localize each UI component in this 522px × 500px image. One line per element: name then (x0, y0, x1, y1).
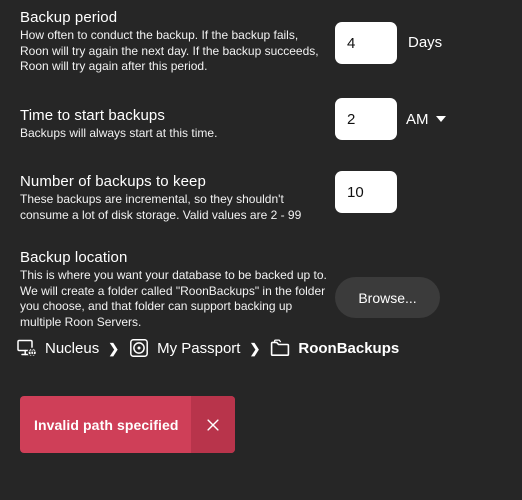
breadcrumb-separator: ❯ (108, 340, 120, 356)
breadcrumb-separator: ❯ (249, 340, 261, 356)
close-icon (205, 417, 221, 433)
breadcrumb-item-my-passport[interactable]: My Passport (128, 337, 240, 359)
chevron-down-icon (435, 116, 446, 122)
setting-backups-to-keep-text: Number of backups to keep These backups … (20, 172, 330, 223)
disk-icon (128, 337, 150, 359)
meridiem-dropdown[interactable]: AM (406, 98, 446, 140)
backup-period-unit-label: Days (408, 34, 443, 51)
backup-period-input[interactable] (335, 22, 397, 64)
setting-backups-to-keep-title: Number of backups to keep (20, 173, 206, 190)
breadcrumb-item-roonbackups-label: RoonBackups (298, 339, 400, 357)
setting-backup-period-title: Backup period (20, 9, 118, 26)
backups-to-keep-input[interactable] (335, 171, 397, 213)
error-banner-close-button[interactable] (191, 396, 235, 453)
meridiem-label: AM (406, 110, 429, 128)
breadcrumb-item-nucleus[interactable]: Nucleus (16, 337, 99, 359)
setting-backup-location-text: Backup location This is where you want y… (20, 248, 330, 330)
breadcrumb-item-my-passport-label: My Passport (157, 339, 241, 357)
setting-backup-period-text: Backup period How often to conduct the b… (20, 8, 330, 75)
backup-settings-page: Backup period How often to conduct the b… (0, 0, 522, 500)
error-banner-message: Invalid path specified (34, 416, 179, 433)
folder-icon (269, 337, 291, 359)
breadcrumb-item-nucleus-label: Nucleus (45, 339, 100, 357)
setting-start-time-title: Time to start backups (20, 107, 165, 124)
setting-start-time-text: Time to start backups Backups will alway… (20, 106, 330, 142)
browse-button[interactable]: Browse... (335, 277, 440, 318)
setting-backup-location-description: This is where you want your database to … (20, 268, 327, 329)
error-banner: Invalid path specified (20, 396, 235, 453)
backup-location-breadcrumb: Nucleus ❯ My Passport ❯ RoonBackups (16, 334, 399, 362)
setting-backups-to-keep-description: These backups are incremental, so they s… (20, 192, 302, 222)
start-time-hour-input[interactable] (335, 98, 397, 140)
server-icon (16, 337, 38, 359)
setting-backup-period-description: How often to conduct the backup. If the … (20, 28, 319, 73)
setting-start-time-description: Backups will always start at this time. (20, 126, 218, 140)
setting-backup-location-title: Backup location (20, 249, 128, 266)
breadcrumb-item-roonbackups[interactable]: RoonBackups (269, 337, 399, 359)
